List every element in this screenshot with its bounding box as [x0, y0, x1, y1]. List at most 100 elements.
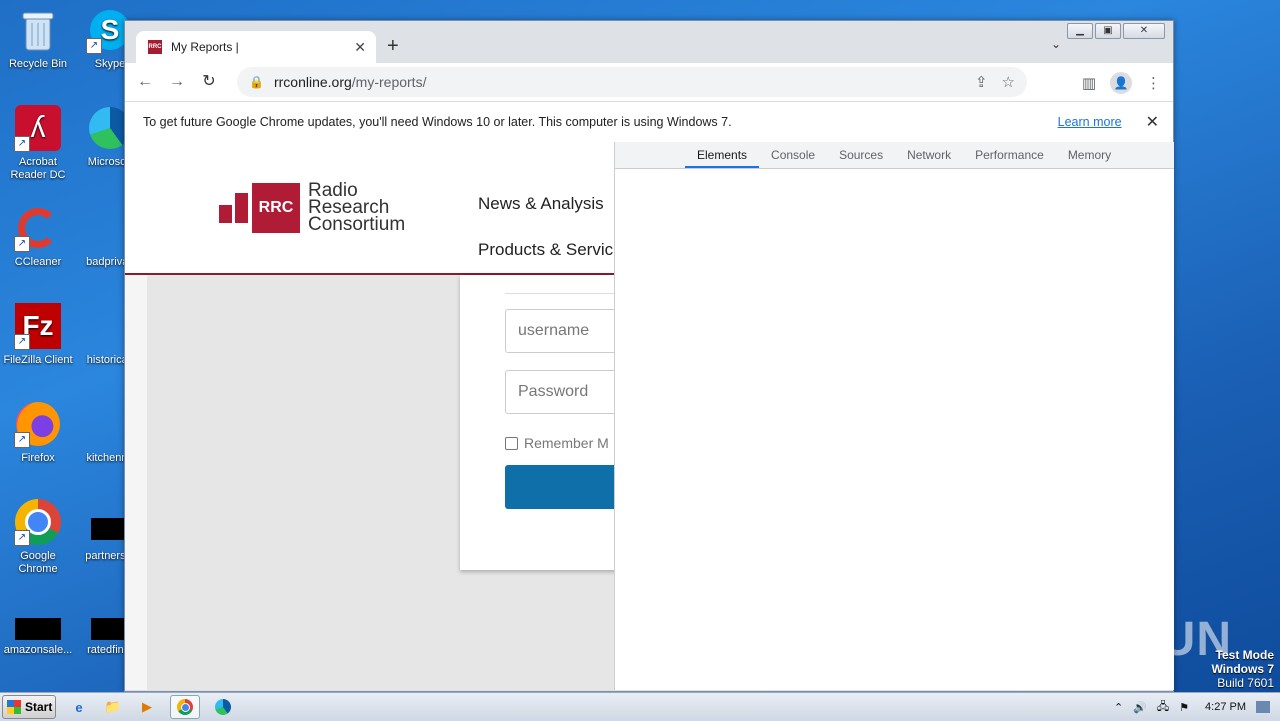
desktop-icon-acrobat[interactable]: ʎ ↗ Acrobat Reader DC: [0, 104, 76, 182]
reload-icon[interactable]: ↻: [197, 70, 221, 94]
learn-more-link[interactable]: Learn more: [1058, 115, 1122, 129]
shortcut-arrow-icon: ↗: [86, 38, 102, 54]
login-submit-button[interactable]: [505, 465, 614, 509]
window-controls: ▁ ▣ ✕: [1067, 23, 1165, 39]
nav-news-analysis[interactable]: News & Analysis: [478, 194, 604, 214]
devtools-tab-elements[interactable]: Elements: [685, 142, 760, 168]
update-infobar: To get future Google Chrome updates, you…: [125, 101, 1173, 143]
test-mode-line: Build 7601: [1217, 676, 1274, 690]
site-header: RRC Radio Research Consortium News & Ana…: [125, 142, 614, 275]
back-icon[interactable]: ←: [133, 70, 157, 94]
menu-kebab-icon[interactable]: ⋮: [1146, 74, 1161, 92]
url-path: /my-reports/: [351, 74, 427, 90]
profile-avatar-icon[interactable]: 👤: [1110, 72, 1132, 94]
file-explorer-icon[interactable]: 📁: [102, 696, 124, 718]
network-icon[interactable]: 🖧: [1157, 698, 1169, 717]
new-tab-button[interactable]: +: [387, 35, 399, 58]
browser-tab[interactable]: RRC My Reports | ✕: [136, 31, 376, 63]
test-mode-line: Windows 7: [1211, 662, 1274, 676]
start-button[interactable]: Start: [2, 695, 56, 719]
acrobat-icon: ʎ ↗: [14, 104, 62, 152]
devtools-tab-sources[interactable]: Sources: [827, 142, 895, 168]
desktop-icon-label: amazonsale...: [3, 644, 73, 656]
desktop-icon-label: Recycle Bin: [8, 58, 68, 70]
login-card: username Password Remember M: [460, 275, 614, 570]
logo-text: Radio Research Consortium: [308, 181, 406, 235]
recycle-bin-icon: [14, 6, 62, 54]
tab-search-chevron-icon[interactable]: ⌄: [1051, 37, 1061, 51]
media-player-icon[interactable]: ▶: [136, 696, 158, 718]
desktop-icon-label: Acrobat Reader DC: [10, 156, 66, 181]
desktop-icon-label: FileZilla Client: [3, 354, 73, 366]
close-window-button[interactable]: ✕: [1123, 23, 1165, 39]
devtools-tab-performance[interactable]: Performance: [963, 142, 1056, 168]
close-infobar-icon[interactable]: ✕: [1146, 112, 1159, 132]
side-panel-icon[interactable]: ▥: [1082, 74, 1096, 92]
test-mode-notice: Test Mode Windows 7 Build 7601: [1211, 648, 1274, 690]
system-tray: ⌃ 🔊 🖧 ⚑ 4:27 PM: [1114, 698, 1270, 717]
forward-icon[interactable]: →: [165, 70, 189, 94]
bookmark-star-icon[interactable]: ☆: [1002, 73, 1015, 91]
devtools-tab-memory[interactable]: Memory: [1056, 142, 1123, 168]
shortcut-arrow-icon: ↗: [14, 334, 30, 350]
minimize-button[interactable]: ▁: [1067, 23, 1093, 39]
action-center-flag-icon[interactable]: ⚑: [1179, 701, 1189, 714]
share-icon[interactable]: ⇪: [975, 73, 988, 91]
nav-products-services[interactable]: Products & Servic: [478, 240, 613, 260]
logo-bars-icon: [219, 192, 248, 223]
shortcut-arrow-icon: ↗: [14, 530, 30, 546]
devtools-tab-network[interactable]: Network: [895, 142, 963, 168]
desktop-icon-recycle-bin[interactable]: Recycle Bin: [0, 6, 76, 71]
address-bar[interactable]: 🔒 rrconline.org/my-reports/ ⇪ ☆: [237, 67, 1027, 97]
url-host: rrconline.org: [273, 74, 352, 90]
show-desktop-icon[interactable]: [1256, 701, 1270, 713]
ccleaner-icon: ↗: [14, 204, 62, 252]
web-page: RRC Radio Research Consortium News & Ana…: [125, 142, 614, 690]
close-tab-icon[interactable]: ✕: [354, 39, 366, 56]
password-input[interactable]: Password: [505, 370, 614, 414]
windows-logo-icon: [7, 700, 21, 714]
desktop-icon-label: Firefox: [21, 452, 55, 464]
desktop-icon-chrome[interactable]: ↗ Google Chrome: [0, 498, 76, 576]
tray-expand-icon[interactable]: ⌃: [1114, 701, 1123, 714]
desktop-icon-ccleaner[interactable]: ↗ CCleaner: [0, 204, 76, 269]
username-input[interactable]: username: [505, 309, 614, 353]
desktop-icon-label: CCleaner: [14, 256, 62, 268]
desktop-icon-amazonsale[interactable]: amazonsale...: [0, 604, 76, 657]
devtools-tabs: Elements Console Sources Network Perform…: [615, 142, 1174, 169]
file-icon: [14, 604, 62, 640]
divider: [505, 293, 614, 294]
chrome-icon: ↗: [14, 498, 62, 546]
infobar-message: To get future Google Chrome updates, you…: [143, 115, 732, 129]
site-favicon: RRC: [148, 40, 162, 54]
clock[interactable]: 4:27 PM: [1205, 701, 1246, 713]
taskbar: Start e 📁 ▶ ⌃ 🔊 🖧 ⚑ 4:27 PM: [0, 692, 1280, 721]
shortcut-arrow-icon: ↗: [14, 432, 30, 448]
filezilla-icon: Fz ↗: [14, 302, 62, 350]
internet-explorer-icon[interactable]: e: [68, 696, 90, 718]
volume-icon[interactable]: 🔊: [1133, 701, 1147, 714]
desktop-icon-filezilla[interactable]: Fz ↗ FileZilla Client: [0, 302, 76, 367]
lock-icon[interactable]: 🔒: [249, 75, 264, 89]
devtools-tab-console[interactable]: Console: [759, 142, 827, 168]
remember-checkbox[interactable]: [505, 436, 518, 450]
start-label: Start: [25, 700, 53, 714]
logo-mark: RRC: [252, 182, 300, 233]
remember-label: Remember M: [524, 435, 609, 451]
browser-window: ▁ ▣ ✕ RRC My Reports | ✕ + ⌄ ← → ↻ 🔒 rrc…: [124, 20, 1174, 692]
maximize-button[interactable]: ▣: [1095, 23, 1121, 39]
firefox-icon: ↗: [14, 400, 62, 448]
test-mode-line: Test Mode: [1215, 648, 1274, 662]
shortcut-arrow-icon: ↗: [14, 136, 30, 152]
remember-me[interactable]: Remember M: [505, 435, 609, 451]
tab-title: My Reports |: [171, 40, 239, 54]
edge-taskbar-icon[interactable]: [212, 696, 234, 718]
shortcut-arrow-icon: ↗: [14, 236, 30, 252]
page-gutter: [125, 275, 147, 690]
devtools-panel: Elements Console Sources Network Perform…: [614, 142, 1174, 690]
desktop-icon-label: Google Chrome: [18, 550, 58, 575]
desktop-icon-firefox[interactable]: ↗ Firefox: [0, 400, 76, 465]
logo-text-line: Consortium: [308, 214, 406, 235]
chrome-taskbar-icon[interactable]: [170, 695, 200, 719]
rrc-logo[interactable]: RRC Radio Research Consortium: [219, 181, 406, 235]
